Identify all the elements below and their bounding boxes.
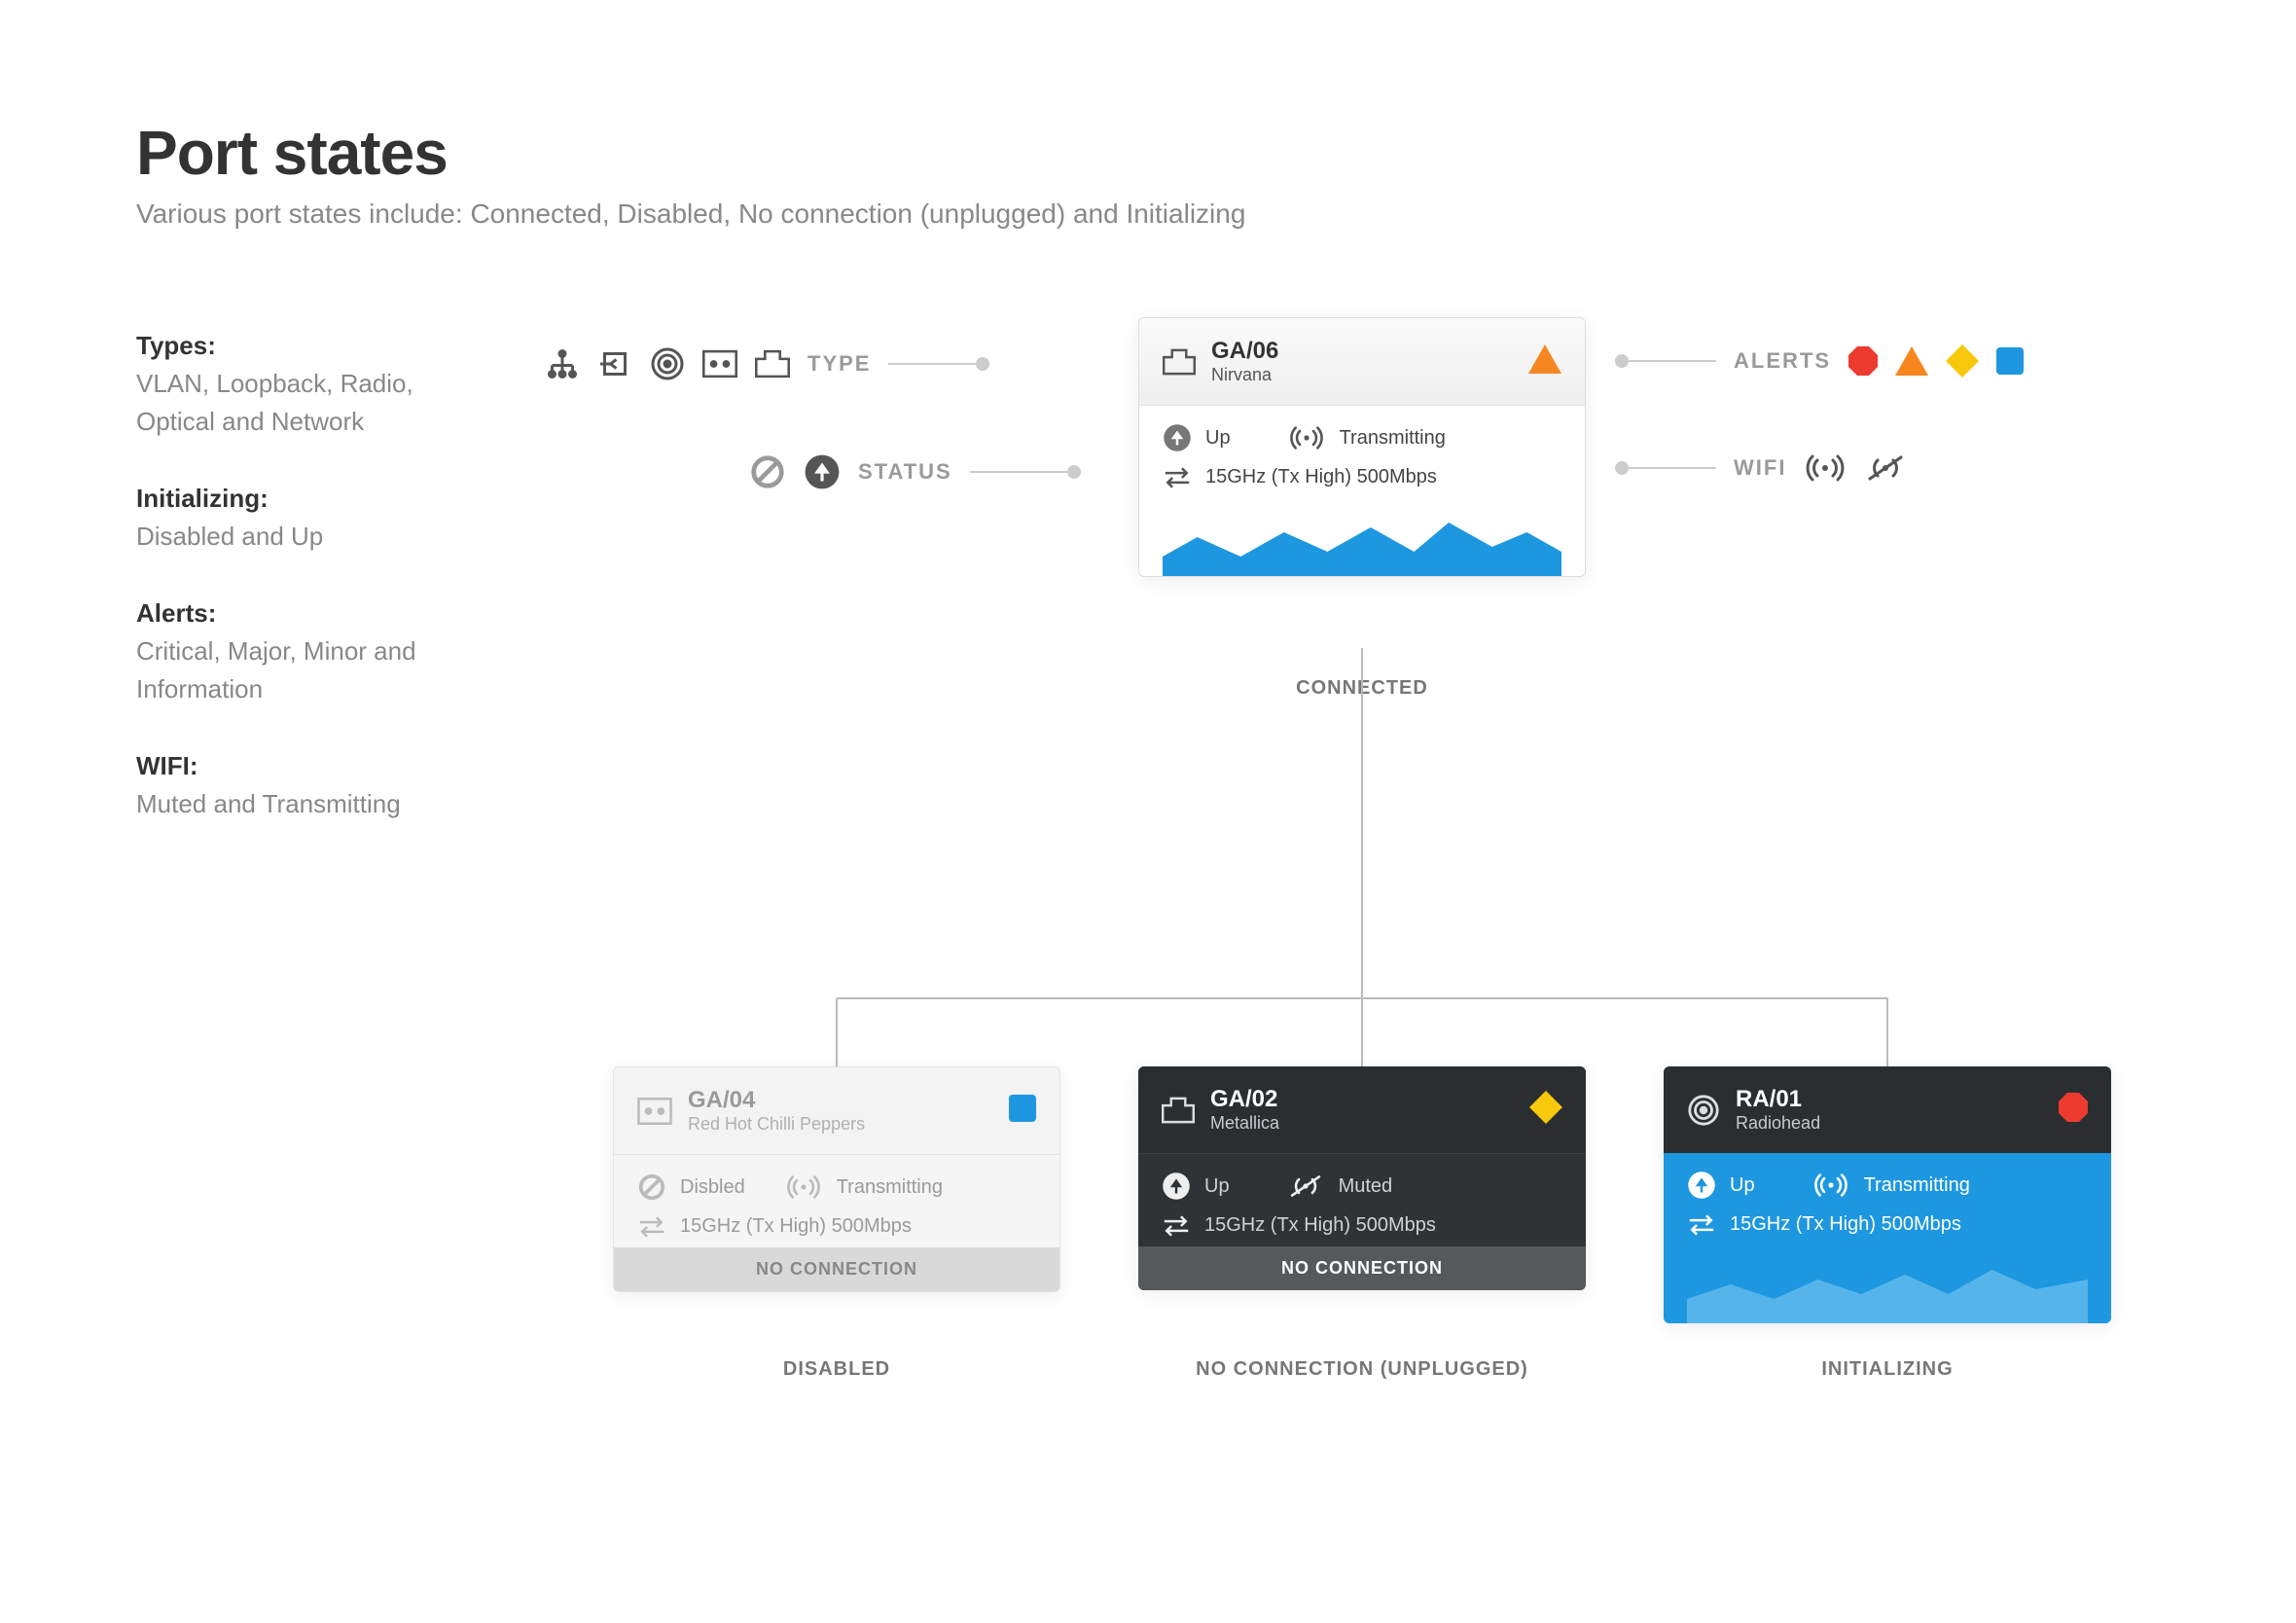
port-wifi: Transmitting: [1340, 427, 1446, 450]
port-card-init[interactable]: RA/01 Radiohead Up Transmitting: [1664, 1066, 2111, 1323]
port-id: GA/02: [1210, 1086, 1279, 1113]
legend-type: TYPE: [807, 351, 871, 377]
wifi-muted-icon: [1864, 453, 1907, 483]
page-subtitle: Various port states include: Connected, …: [136, 198, 2160, 230]
port-name: Nirvana: [1211, 365, 1278, 385]
network-icon: [1163, 348, 1196, 376]
card-caption-disabled: DISABLED: [613, 1358, 1060, 1381]
swap-icon: [637, 1216, 666, 1238]
sidebar-wifi-heading: WIFI:: [136, 747, 486, 785]
optical-icon: [637, 1098, 672, 1125]
disabled-status-icon: [749, 453, 786, 490]
sidebar-alerts-heading: Alerts:: [136, 595, 486, 632]
network-icon: [755, 349, 790, 379]
alert-minor-icon: [1946, 344, 1979, 378]
port-wifi: Muted: [1339, 1175, 1393, 1198]
up-status-icon: [804, 453, 841, 490]
port-id: GA/06: [1211, 338, 1278, 365]
sparkline: [1687, 1245, 2088, 1323]
sidebar-init-text: Disabled and Up: [136, 518, 486, 556]
port-status: Up: [1730, 1174, 1755, 1197]
loopback-icon: [597, 346, 632, 381]
alert-major-icon: [1528, 344, 1561, 374]
sidebar-wifi-text: Muted and Transmitting: [136, 785, 486, 823]
wifi-transmitting-icon: [784, 1174, 823, 1200]
wifi-muted-icon: [1286, 1173, 1325, 1199]
port-wifi: Transmitting: [837, 1176, 943, 1199]
diagram: TYPE STATUS ALERTS: [545, 327, 2160, 823]
alert-info-icon: [1009, 1095, 1036, 1122]
alert-info-icon: [1996, 347, 2024, 375]
radio-icon: [650, 346, 685, 381]
alert-critical-icon: [2059, 1093, 2088, 1122]
page-title: Port states: [136, 117, 2160, 189]
sidebar-types-heading: Types:: [136, 327, 486, 365]
port-id: GA/04: [688, 1087, 865, 1114]
network-icon: [1162, 1097, 1195, 1124]
port-stats: 15GHz (Tx High) 500Mbps: [1204, 1214, 1436, 1237]
swap-icon: [1687, 1214, 1716, 1236]
port-status: Up: [1204, 1175, 1230, 1198]
port-wifi: Transmitting: [1864, 1174, 1970, 1197]
port-name: Radiohead: [1736, 1113, 1820, 1134]
sidebar: Types: VLAN, Loopback, Radio, Optical an…: [136, 327, 486, 823]
up-status-icon: [1162, 1172, 1191, 1201]
card-caption-connected: CONNECTED: [1138, 677, 1586, 700]
swap-icon: [1162, 1215, 1191, 1237]
legend-alerts: ALERTS: [1734, 348, 1831, 374]
optical-icon: [702, 349, 737, 379]
swap-icon: [1163, 467, 1192, 488]
alert-major-icon: [1895, 346, 1928, 376]
port-stats: 15GHz (Tx High) 500Mbps: [1730, 1213, 1961, 1236]
sidebar-alerts-text: Critical, Major, Minor and Information: [136, 632, 486, 708]
sidebar-init-heading: Initializing:: [136, 480, 486, 518]
radio-icon: [1687, 1094, 1720, 1127]
up-status-icon: [1163, 423, 1192, 452]
port-card-connected[interactable]: GA/06 Nirvana Up Transmitting: [1138, 317, 1586, 577]
disabled-status-icon: [637, 1172, 666, 1202]
port-card-noconn[interactable]: GA/02 Metallica Up Muted 15: [1138, 1066, 1586, 1290]
no-connection-banner: NO CONNECTION: [614, 1247, 1059, 1291]
legend-status: STATUS: [858, 459, 952, 485]
sparkline: [1163, 498, 1561, 576]
wifi-transmitting-icon: [1812, 1172, 1850, 1198]
port-status: Disbled: [680, 1176, 745, 1199]
port-name: Metallica: [1210, 1113, 1279, 1134]
wifi-transmitting-icon: [1287, 425, 1326, 451]
port-stats: 15GHz (Tx High) 500Mbps: [1205, 466, 1437, 488]
port-status: Up: [1205, 427, 1231, 450]
card-caption-init: INITIALIZING: [1664, 1358, 2111, 1381]
port-card-disabled[interactable]: GA/04 Red Hot Chilli Peppers Disbled Tra…: [613, 1066, 1060, 1292]
vlan-icon: [545, 346, 580, 381]
wifi-transmitting-icon: [1804, 453, 1847, 483]
port-stats: 15GHz (Tx High) 500Mbps: [680, 1215, 912, 1238]
up-status-icon: [1687, 1171, 1716, 1200]
no-connection-banner: NO CONNECTION: [1138, 1246, 1586, 1290]
legend-wifi: WIFI: [1734, 455, 1786, 481]
alert-critical-icon: [1848, 346, 1878, 376]
alert-minor-icon: [1529, 1091, 1562, 1124]
port-name: Red Hot Chilli Peppers: [688, 1114, 865, 1135]
sidebar-types-text: VLAN, Loopback, Radio, Optical and Netwo…: [136, 365, 486, 441]
card-caption-noconn: NO CONNECTION (UNPLUGGED): [1138, 1358, 1586, 1381]
port-id: RA/01: [1736, 1086, 1820, 1113]
